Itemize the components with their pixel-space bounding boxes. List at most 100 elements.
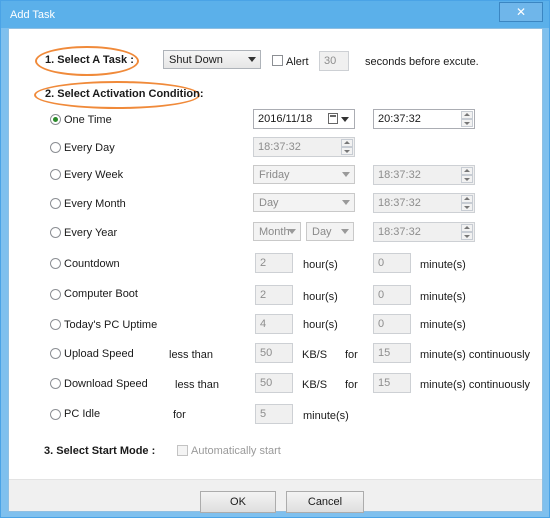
countdown-label: Countdown <box>64 258 120 270</box>
upload-less-than: less than <box>169 349 214 361</box>
countdown-minutes-unit: minute(s) <box>420 259 466 271</box>
upload-speed-unit: KB/S <box>302 349 328 361</box>
every-month-day-select[interactable]: Day <box>253 193 355 212</box>
section1-title: 1. Select A Task : <box>45 54 134 66</box>
cancel-button[interactable]: Cancel <box>286 491 364 513</box>
auto-start-label: Automatically start <box>191 445 281 457</box>
pc-idle-minutes-unit: minute(s) <box>303 410 349 422</box>
every-year-day-select[interactable]: Day <box>306 222 354 241</box>
one-time-date-value: 2016/11/18 <box>258 113 313 125</box>
download-suffix: minute(s) continuously <box>420 379 531 391</box>
computer-boot-radio[interactable] <box>50 289 61 300</box>
countdown-hours-input[interactable]: 2 <box>255 253 293 273</box>
pc-uptime-minutes-input[interactable]: 0 <box>373 314 411 334</box>
alert-seconds-value: 30 <box>324 55 337 67</box>
countdown-hours-unit: hour(s) <box>303 259 338 271</box>
title-bar: Add Task ✕ <box>1 1 549 28</box>
alert-label: Alert <box>286 56 309 68</box>
every-year-month-select[interactable]: Month <box>253 222 301 241</box>
every-month-radio[interactable] <box>50 198 61 209</box>
task-select[interactable]: Shut Down <box>163 50 261 69</box>
pc-uptime-hours-value: 4 <box>260 318 267 330</box>
pc-uptime-hours-input[interactable]: 4 <box>255 314 293 334</box>
computer-boot-minutes-unit: minute(s) <box>420 291 466 303</box>
upload-speed-input[interactable]: 50 <box>255 343 293 363</box>
every-day-time-input[interactable]: 18:37:32 <box>253 137 355 157</box>
chevron-down-icon <box>288 229 296 234</box>
close-button[interactable]: ✕ <box>499 2 543 22</box>
download-minutes-input[interactable]: 15 <box>373 373 411 393</box>
every-month-day-value: Day <box>259 197 279 209</box>
countdown-minutes-input[interactable]: 0 <box>373 253 411 273</box>
upload-minutes-value: 15 <box>378 347 391 359</box>
alert-suffix: seconds before excute. <box>365 56 479 68</box>
every-year-month-value: Month <box>259 226 290 238</box>
upload-for-label: for <box>345 349 358 361</box>
download-speed-radio[interactable] <box>50 378 61 389</box>
upload-suffix: minute(s) continuously <box>420 349 531 361</box>
time-spinner[interactable] <box>461 167 473 183</box>
pc-idle-minutes-value: 5 <box>260 408 267 420</box>
dialog-footer: OK Cancel <box>9 480 542 513</box>
download-for-label: for <box>345 379 358 391</box>
every-week-label: Every Week <box>64 169 124 181</box>
every-year-day-value: Day <box>312 226 332 238</box>
upload-speed-radio[interactable] <box>50 348 61 359</box>
every-year-label: Every Year <box>64 227 118 239</box>
download-speed-label: Download Speed <box>64 378 148 390</box>
one-time-time-value: 20:37:32 <box>378 113 421 125</box>
download-speed-unit: KB/S <box>302 379 328 391</box>
upload-minutes-input[interactable]: 15 <box>373 343 411 363</box>
computer-boot-hours-value: 2 <box>260 289 267 301</box>
auto-start-checkbox[interactable] <box>177 445 188 456</box>
add-task-dialog: Add Task ✕ 1. Select A Task : Shut Down … <box>0 0 550 518</box>
chevron-down-icon <box>342 200 350 205</box>
chevron-down-icon[interactable] <box>341 117 349 122</box>
every-year-radio[interactable] <box>50 227 61 238</box>
countdown-radio[interactable] <box>50 258 61 269</box>
time-spinner[interactable] <box>461 111 473 127</box>
dialog-body: 1. Select A Task : Shut Down Alert 30 se… <box>8 28 543 513</box>
one-time-time-input[interactable]: 20:37:32 <box>373 109 475 129</box>
upload-speed-label: Upload Speed <box>64 348 134 360</box>
one-time-date-picker[interactable]: 2016/11/18 <box>253 109 355 129</box>
download-speed-input[interactable]: 50 <box>255 373 293 393</box>
every-day-time-value: 18:37:32 <box>258 141 301 153</box>
chevron-down-icon <box>341 229 349 234</box>
every-month-time-input[interactable]: 18:37:32 <box>373 193 475 213</box>
every-day-label: Every Day <box>64 142 115 154</box>
download-minutes-value: 15 <box>378 377 391 389</box>
pc-idle-radio[interactable] <box>50 409 61 420</box>
calendar-icon[interactable] <box>328 113 338 124</box>
pc-uptime-label: Today's PC Uptime <box>64 319 158 331</box>
pc-idle-for-label: for <box>173 409 186 421</box>
task-select-value: Shut Down <box>169 54 223 66</box>
every-month-time-value: 18:37:32 <box>378 197 421 209</box>
every-week-day-select[interactable]: Friday <box>253 165 355 184</box>
every-year-time-input[interactable]: 18:37:32 <box>373 222 475 242</box>
computer-boot-hours-unit: hour(s) <box>303 291 338 303</box>
time-spinner[interactable] <box>461 195 473 211</box>
computer-boot-minutes-input[interactable]: 0 <box>373 285 411 305</box>
chevron-down-icon <box>248 57 256 62</box>
every-week-time-input[interactable]: 18:37:32 <box>373 165 475 185</box>
time-spinner[interactable] <box>461 224 473 240</box>
window-title: Add Task <box>10 9 56 21</box>
pc-uptime-hours-unit: hour(s) <box>303 319 338 331</box>
every-week-radio[interactable] <box>50 169 61 180</box>
every-day-radio[interactable] <box>50 142 61 153</box>
pc-idle-minutes-input[interactable]: 5 <box>255 404 293 424</box>
pc-uptime-minutes-unit: minute(s) <box>420 319 466 331</box>
ok-button[interactable]: OK <box>200 491 276 513</box>
every-month-label: Every Month <box>64 198 126 210</box>
every-week-time-value: 18:37:32 <box>378 169 421 181</box>
every-year-time-value: 18:37:32 <box>378 226 421 238</box>
computer-boot-minutes-value: 0 <box>378 289 385 301</box>
alert-checkbox[interactable] <box>272 55 283 66</box>
pc-uptime-radio[interactable] <box>50 319 61 330</box>
time-spinner[interactable] <box>341 139 353 155</box>
upload-speed-value: 50 <box>260 347 273 359</box>
alert-seconds-input[interactable]: 30 <box>319 51 349 71</box>
one-time-radio[interactable] <box>50 114 61 125</box>
computer-boot-hours-input[interactable]: 2 <box>255 285 293 305</box>
